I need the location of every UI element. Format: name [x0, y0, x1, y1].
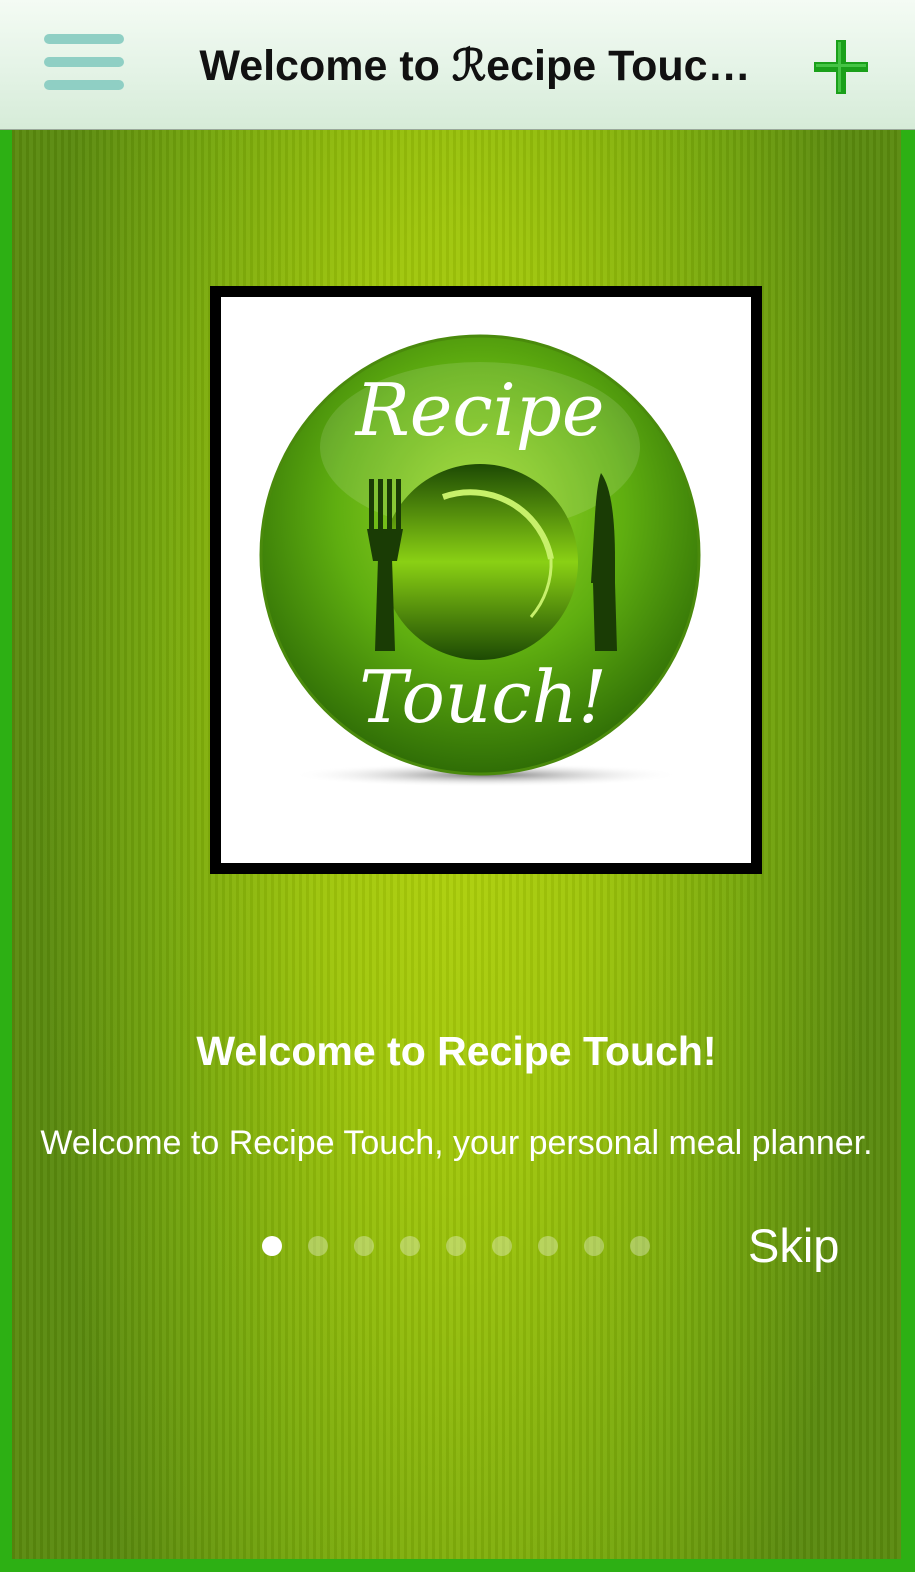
menu-button[interactable]: [40, 30, 128, 96]
onboarding-panel: Recipe Touch! Welcome to Recipe Touch! W…: [12, 130, 901, 1559]
page-dot[interactable]: [584, 1236, 604, 1256]
hamburger-menu-icon-line: [44, 57, 124, 67]
onboarding-title: Welcome to Recipe Touch!: [196, 1028, 717, 1074]
navigation-bar: Welcome to ℛecipe Touc…: [0, 0, 915, 130]
page-title: Welcome to ℛecipe Touc…: [199, 42, 751, 90]
recipe-touch-logo-icon: Recipe Touch!: [259, 334, 701, 787]
svg-text:Touch!: Touch!: [359, 655, 607, 739]
skip-button[interactable]: Skip: [748, 1218, 858, 1274]
page-dot-active[interactable]: [262, 1236, 282, 1256]
page-dot[interactable]: [630, 1236, 650, 1256]
hamburger-menu-icon-line: [44, 80, 124, 90]
onboarding-subtitle: Welcome to Recipe Touch, your personal m…: [40, 1124, 873, 1162]
app-screen: Welcome to ℛecipe Touc… Recipe Touch! We…: [0, 0, 915, 1572]
page-dot[interactable]: [400, 1236, 420, 1256]
page-dot[interactable]: [446, 1236, 466, 1256]
plus-icon: [814, 40, 868, 94]
page-dot[interactable]: [308, 1236, 328, 1256]
page-dot[interactable]: [538, 1236, 558, 1256]
hamburger-menu-icon-line: [44, 34, 124, 44]
svg-text:Recipe: Recipe: [354, 368, 605, 452]
add-button[interactable]: [812, 38, 870, 96]
app-logo: Recipe Touch!: [210, 286, 762, 874]
page-dot[interactable]: [492, 1236, 512, 1256]
page-dot[interactable]: [354, 1236, 374, 1256]
